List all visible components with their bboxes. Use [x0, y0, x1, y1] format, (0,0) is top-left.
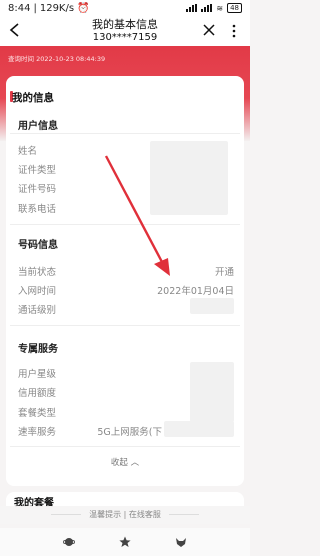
value-status: 开通 [214, 267, 234, 278]
star-icon[interactable] [119, 536, 131, 548]
value-speed-service: 5G上网服务(下 [97, 427, 162, 438]
value-join-date: 2022年01月04日 [157, 286, 234, 297]
chevron-up-icon: ︿ [130, 458, 140, 468]
label-star-level: 用户星级 [18, 369, 57, 380]
redacted-value [164, 421, 234, 437]
signal2-icon [201, 4, 213, 12]
redacted-value [150, 141, 228, 215]
status-bar: 8:44 | 129K/s ⏰ ≋ 48 [0, 0, 250, 16]
bottom-links: 温馨提示 | 在线客服 [0, 506, 250, 524]
more-icon[interactable] [232, 24, 236, 38]
label-contact-phone: 联系电话 [18, 204, 57, 215]
redacted-value [190, 362, 234, 422]
fox-icon[interactable] [175, 536, 187, 548]
divider [10, 446, 240, 447]
status-speed: 129K/s [39, 2, 75, 14]
label-plan-type: 套餐类型 [18, 408, 57, 419]
redacted-value [190, 298, 234, 314]
collapse-toggle[interactable]: 收起 ︿ [0, 456, 250, 468]
collapse-label: 收起 [110, 458, 128, 468]
alarm-icon: ⏰ [77, 2, 90, 14]
label-speed-service: 速率服务 [18, 427, 57, 438]
phone-number: 130****7159 [92, 32, 158, 43]
label-name: 姓名 [18, 146, 38, 157]
signal-icon [186, 4, 198, 12]
divider [10, 224, 240, 225]
close-icon[interactable] [202, 23, 216, 37]
label-join-date: 入网时间 [18, 286, 57, 297]
user-info-heading: 用户信息 [18, 121, 58, 132]
number-info-heading: 号码信息 [18, 240, 58, 251]
query-time: 查询时间 2022-10-23 08:44:39 [8, 55, 106, 63]
label-id-type: 证件类型 [18, 165, 57, 176]
status-time: 8:44 [8, 2, 31, 14]
back-icon[interactable] [8, 22, 22, 38]
bottom-nav [0, 528, 250, 556]
service-heading: 专属服务 [18, 344, 58, 355]
battery-icon: 48 [227, 3, 242, 13]
label-status: 当前状态 [18, 267, 57, 278]
label-id-number: 证件号码 [18, 184, 57, 195]
wifi-icon: ≋ [216, 3, 224, 13]
section-title: 我的信息 [12, 92, 54, 104]
online-service-link[interactable]: 在线客服 [129, 510, 161, 519]
label-credit-limit: 信用额度 [18, 388, 57, 399]
planet-icon[interactable] [63, 536, 75, 548]
divider [10, 325, 240, 326]
label-call-level: 通话级别 [18, 305, 57, 316]
divider [10, 133, 240, 134]
tips-link[interactable]: 温馨提示 [89, 510, 121, 519]
page-header: 我的基本信息 130****7159 [0, 16, 250, 46]
page-title: 我的基本信息 [92, 18, 158, 31]
